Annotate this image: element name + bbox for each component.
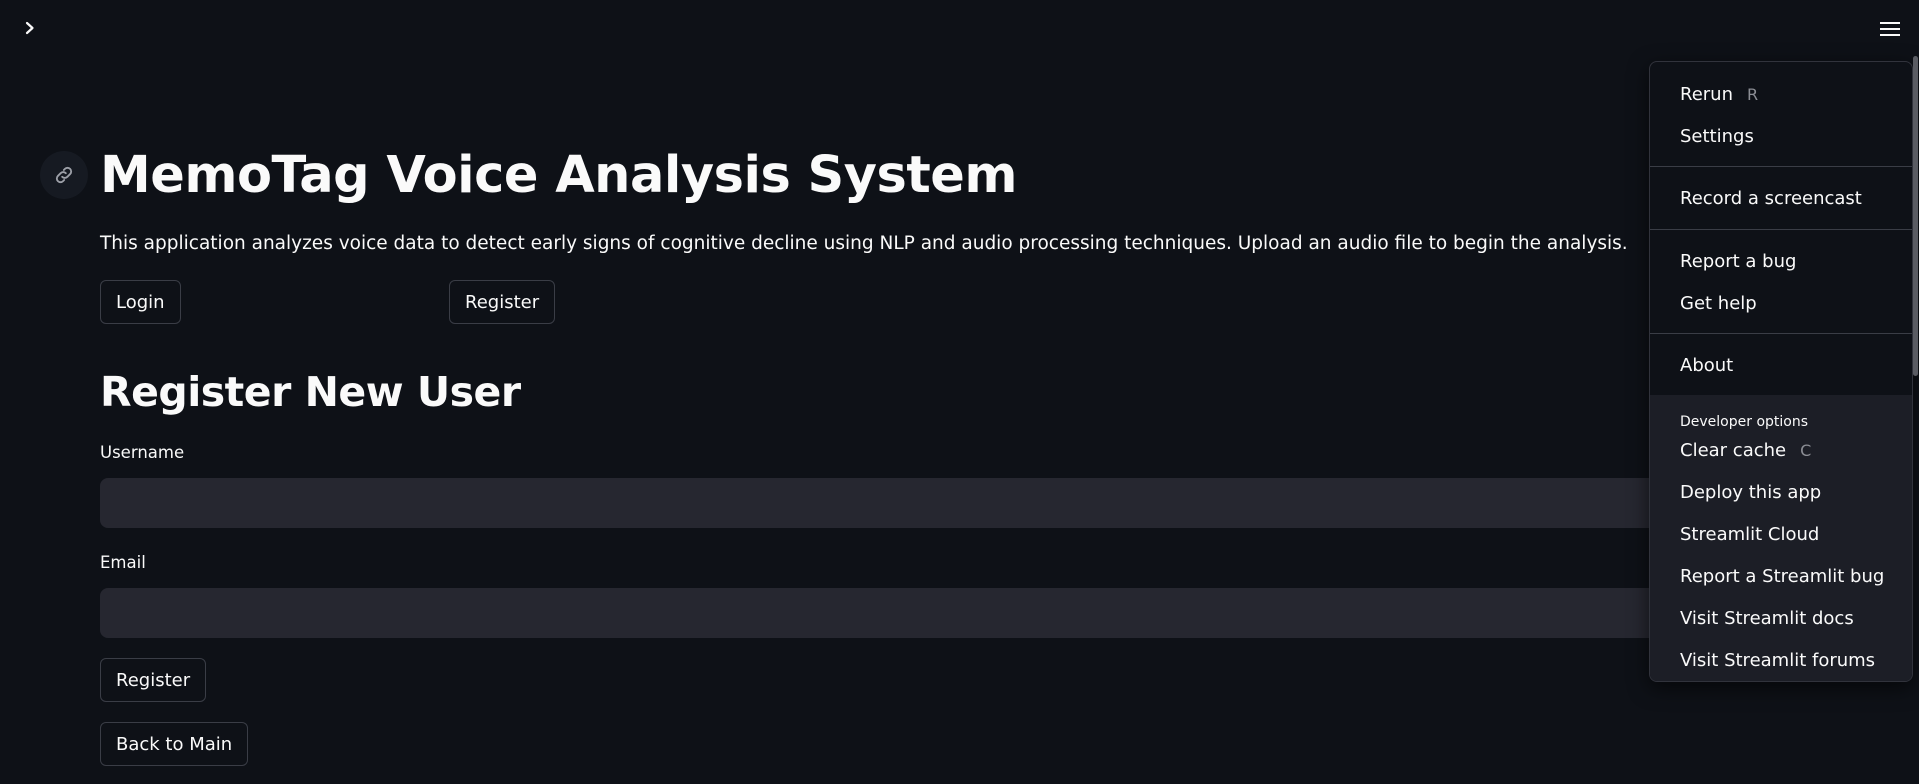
menu-item-record-screencast[interactable]: Record a screencast (1680, 186, 1862, 212)
top-bar (0, 0, 1919, 58)
menu-item-deploy[interactable]: Deploy this app (1680, 480, 1821, 506)
chevron-right-icon (25, 21, 34, 35)
menu-item-visit-docs[interactable]: Visit Streamlit docs (1680, 606, 1854, 632)
register-nav-button[interactable]: Register (449, 280, 556, 324)
page-scrollbar[interactable] (1913, 56, 1918, 376)
register-submit-button[interactable]: Register (100, 658, 207, 702)
hamburger-menu-icon (1880, 22, 1900, 36)
register-heading: Register New User (100, 368, 521, 416)
rerun-shortcut: R (1747, 85, 1759, 104)
email-input[interactable] (100, 588, 1660, 638)
developer-options-header: Developer options (1680, 414, 1809, 430)
menu-item-report-bug[interactable]: Report a bug (1680, 249, 1796, 275)
menu-item-about[interactable]: About (1680, 353, 1733, 379)
main-menu-dropdown: Rerun R Settings Record a screencast Repo… (1649, 61, 1913, 682)
username-input[interactable] (100, 478, 1660, 528)
intro-text: This application analyzes voice data to … (100, 233, 1628, 254)
back-to-main-button[interactable]: Back to Main (100, 722, 249, 766)
menu-divider (1650, 229, 1912, 230)
username-label: Username (100, 443, 185, 462)
menu-item-settings[interactable]: Settings (1680, 124, 1754, 150)
menu-item-report-streamlit-bug[interactable]: Report a Streamlit bug (1680, 564, 1884, 590)
email-label: Email (100, 553, 146, 572)
developer-options-section: Developer options Clear cache C Deploy th… (1650, 395, 1912, 681)
link-icon (55, 166, 73, 184)
title-anchor-link[interactable] (40, 151, 88, 199)
menu-item-rerun[interactable]: Rerun R (1680, 82, 1758, 108)
menu-divider (1650, 333, 1912, 334)
menu-item-visit-forums[interactable]: Visit Streamlit forums (1680, 648, 1875, 674)
page-title: MemoTag Voice Analysis System (100, 146, 1018, 205)
main-menu-button[interactable] (1877, 16, 1903, 42)
menu-item-clear-cache[interactable]: Clear cache C (1680, 438, 1811, 464)
menu-divider (1650, 166, 1912, 167)
menu-item-rerun-label: Rerun (1680, 84, 1733, 105)
menu-item-clear-cache-label: Clear cache (1680, 440, 1787, 461)
menu-item-streamlit-cloud[interactable]: Streamlit Cloud (1680, 522, 1819, 548)
clear-cache-shortcut: C (1800, 441, 1812, 460)
menu-item-get-help[interactable]: Get help (1680, 291, 1757, 317)
expand-sidebar-button[interactable] (18, 16, 42, 40)
login-button[interactable]: Login (100, 280, 181, 324)
